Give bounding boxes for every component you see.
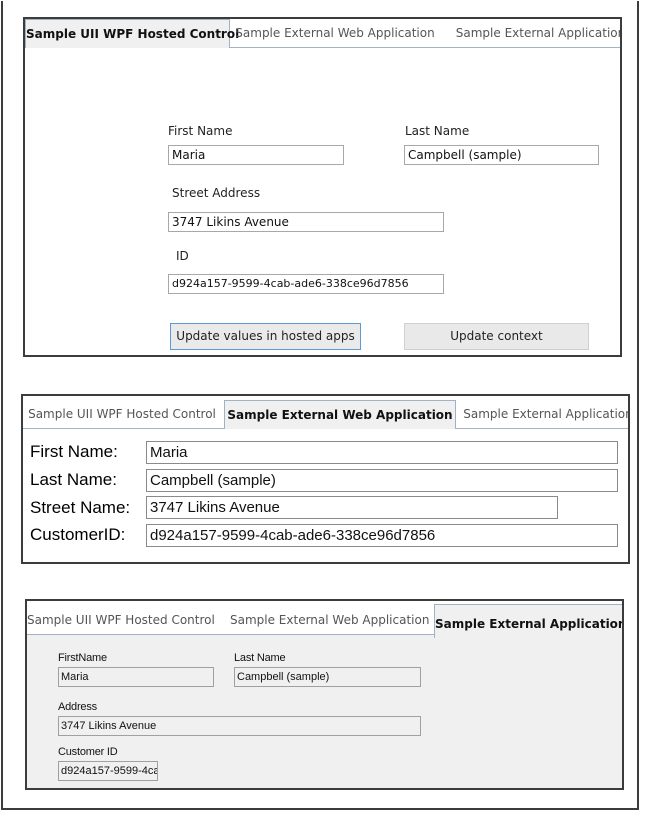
- tab-strip: Sample UII WPF Hosted Control Sample Ext…: [25, 19, 620, 48]
- first-name-label: First Name: [168, 124, 233, 138]
- tab-wpf-hosted-control[interactable]: Sample UII WPF Hosted Control: [25, 19, 239, 48]
- wpf-hosted-control-panel: Sample UII WPF Hosted Control Sample Ext…: [23, 17, 622, 357]
- first-name-label: First Name:: [30, 442, 118, 461]
- street-name-label: Street Name:: [30, 498, 131, 517]
- update-values-in-hosted-apps-button[interactable]: Update values in hosted apps: [170, 323, 361, 350]
- external-application-panel: Sample UII WPF Hosted Control Sample Ext…: [25, 599, 624, 790]
- first-name-label: FirstName: [58, 652, 107, 664]
- street-name-input[interactable]: 3747 Likins Avenue: [146, 496, 558, 519]
- tab-wpf-hosted-control[interactable]: Sample UII WPF Hosted Control: [27, 606, 215, 634]
- last-name-input[interactable]: Campbell (sample): [404, 145, 599, 165]
- tab-wpf-hosted-control[interactable]: Sample UII WPF Hosted Control: [27, 400, 217, 428]
- tab-external-web-application[interactable]: Sample External Web Application: [235, 19, 435, 47]
- tab-strip: Sample UII WPF Hosted Control Sample Ext…: [23, 400, 628, 429]
- address-input[interactable]: 3747 Likins Avenue: [58, 716, 421, 736]
- id-input[interactable]: d924a157-9599-4cab-ade6-338ce96d7856: [168, 274, 444, 294]
- last-name-input[interactable]: Campbell (sample): [234, 667, 421, 687]
- customer-id-label: Customer ID: [58, 746, 118, 758]
- last-name-input[interactable]: Campbell (sample): [146, 469, 618, 492]
- tab-external-application[interactable]: Sample External Application: [453, 19, 620, 47]
- external-web-application-panel: Sample UII WPF Hosted Control Sample Ext…: [21, 394, 630, 564]
- customer-id-label: CustomerID:: [30, 525, 126, 544]
- tab-external-application[interactable]: Sample External Application: [463, 400, 628, 428]
- street-address-input[interactable]: 3747 Likins Avenue: [168, 212, 444, 232]
- last-name-label: Last Name: [234, 652, 286, 664]
- tab-external-web-application[interactable]: Sample External Web Application: [224, 400, 456, 429]
- customer-id-input[interactable]: d924a157-9599-4ca: [58, 761, 158, 781]
- first-name-input[interactable]: Maria: [58, 667, 214, 687]
- street-address-label: Street Address: [172, 186, 261, 200]
- id-label: ID: [176, 249, 189, 263]
- customer-id-input[interactable]: d924a157-9599-4cab-ade6-338ce96d7856: [146, 524, 618, 547]
- tab-strip: Sample UII WPF Hosted Control Sample Ext…: [27, 601, 622, 638]
- tab-external-application[interactable]: Sample External Application: [434, 604, 622, 638]
- last-name-label: Last Name: [405, 124, 470, 138]
- address-label: Address: [58, 701, 97, 713]
- first-name-input[interactable]: Maria: [146, 441, 618, 464]
- first-name-input[interactable]: Maria: [168, 145, 344, 165]
- last-name-label: Last Name:: [30, 470, 117, 489]
- tab-external-web-application[interactable]: Sample External Web Application: [230, 606, 429, 634]
- update-context-button[interactable]: Update context: [404, 323, 589, 350]
